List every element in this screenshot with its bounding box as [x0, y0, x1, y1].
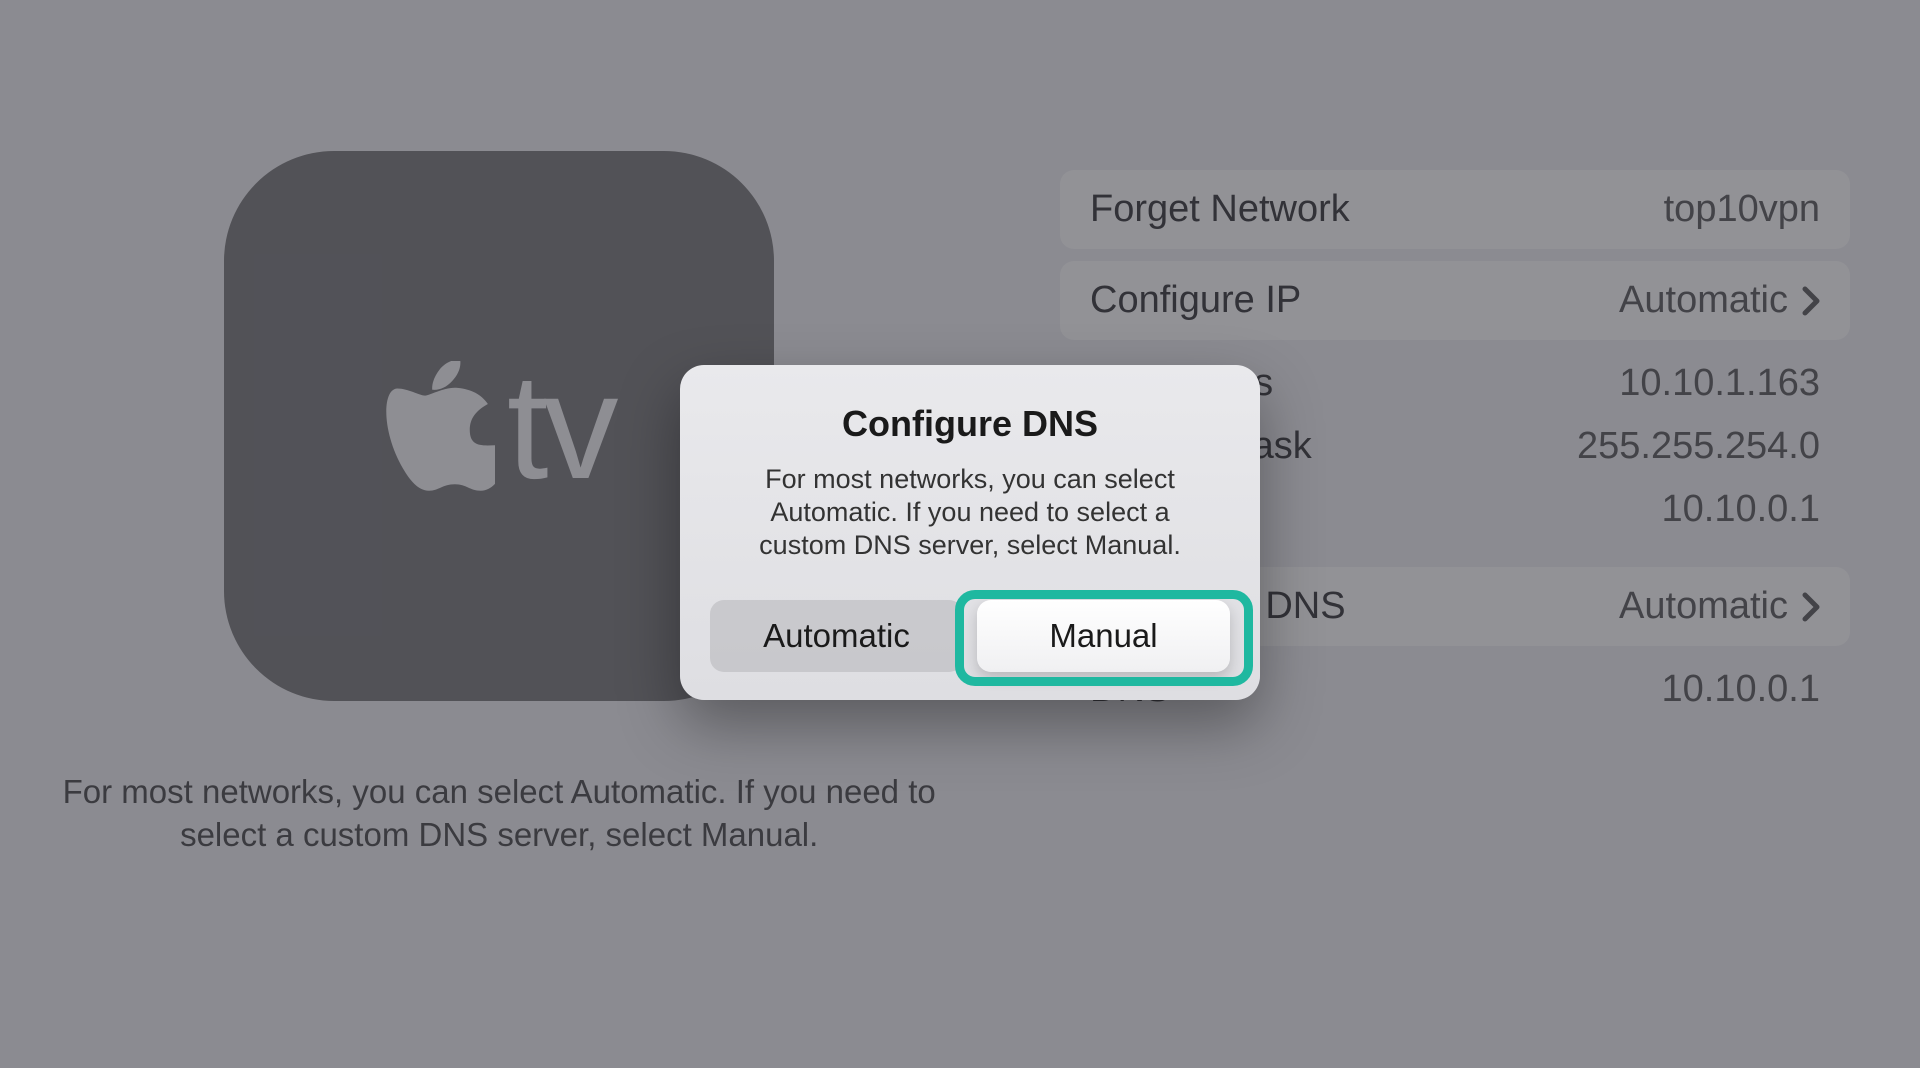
- settings-screen: tv For most networks, you can select Aut…: [0, 0, 1920, 1068]
- manual-button[interactable]: Manual: [977, 600, 1230, 672]
- dialog-title: Configure DNS: [710, 403, 1230, 445]
- automatic-button[interactable]: Automatic: [710, 600, 963, 672]
- dialog-buttons: Automatic Manual: [710, 600, 1230, 672]
- dialog-body: For most networks, you can select Automa…: [710, 463, 1230, 562]
- configure-dns-dialog: Configure DNS For most networks, you can…: [680, 365, 1260, 700]
